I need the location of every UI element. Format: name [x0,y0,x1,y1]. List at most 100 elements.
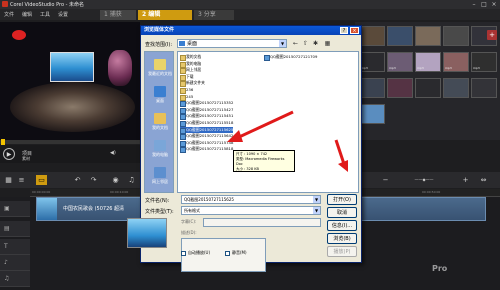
dialog-close-button[interactable]: × [350,27,359,34]
help-button[interactable]: ? [340,27,348,34]
file-row[interactable]: 新建文件夹 [180,80,205,88]
filetype-label: 文件类型(T): [145,209,174,215]
info-button[interactable]: 信息(I)... [327,220,357,231]
library-thumbnail[interactable] [415,78,441,98]
chevron-down-icon[interactable]: ▼ [313,196,320,203]
place-item[interactable]: 我的文档 [145,110,175,136]
menu-file[interactable]: 文件 [4,11,14,18]
music-track-header[interactable]: ♫ [0,271,30,287]
overlay-track-header[interactable]: ▤ [0,221,30,237]
tooltip-type: 类型: Macromedia Fireworks Doc [236,157,285,166]
step-label: 分享 [203,11,216,18]
library-thumbnail[interactable]: mp3 [471,52,497,72]
filetype-dropdown[interactable]: 所有格式 ▼ [181,206,321,215]
library-thumbnail[interactable] [471,78,497,98]
autoplay-checkbox[interactable] [181,251,186,256]
clip-thumbnail [37,198,57,220]
redo-icon[interactable]: ↷ [88,175,99,185]
file-row[interactable]: QQ截图20150727115352 [180,100,233,108]
tab-share[interactable]: 3 分享 [194,10,234,20]
view-menu-icon[interactable]: ▦ [323,39,332,48]
timeline-mode-icon[interactable]: ▭ [36,175,47,185]
tv-logo [12,30,26,40]
library-thumbnail[interactable] [443,78,469,98]
step-label: 编辑 [148,11,161,18]
arrow-to-open [334,139,348,172]
file-row[interactable]: QQ截图20150727121709 [264,54,317,61]
minimize-icon[interactable]: – [470,1,478,8]
filetype-value: 所有格式 [184,208,200,213]
place-label: 我的文档 [152,125,168,130]
library-thumbnail[interactable]: mp3 [415,52,441,72]
mixer-icon[interactable]: ♫ [126,175,137,185]
preview-window [0,22,140,140]
library-thumbnail[interactable]: mp3 [387,52,413,72]
close-icon[interactable]: × [490,1,498,8]
filename-value: QQ截图20150727115625 [184,197,234,202]
arrow-to-file [227,110,294,142]
place-item[interactable]: 我最近的文档 [145,56,175,82]
volume-icon[interactable]: ◀) [110,150,116,156]
desktop-icon [179,41,185,46]
subtitle-field[interactable] [203,218,321,227]
file-row[interactable]: 我的文档 [180,54,201,61]
zoom-slider[interactable]: ——◆—— [394,175,454,185]
place-icon [154,59,166,70]
filename-field[interactable]: QQ截图20150727115625 ▼ [181,195,321,204]
clip-mode-label[interactable]: 素材 [22,156,30,162]
zoom-in-icon[interactable]: + [460,175,471,185]
video-track-header[interactable]: ▣ [0,201,30,217]
place-item[interactable]: 网上邻居 [145,164,175,190]
place-icon [154,140,166,151]
place-label: 我的电脑 [152,152,168,157]
play-button[interactable]: ▶ [3,148,15,160]
menu-tools[interactable]: 工具 [40,11,50,18]
preview-image [50,52,94,82]
file-row[interactable]: 236 [180,87,193,94]
maximize-icon[interactable]: □ [480,1,488,8]
browse-button[interactable]: 浏览(B) [327,233,357,244]
file-row[interactable]: 245 [180,94,193,101]
library-thumbnail[interactable] [359,78,385,98]
library-thumbnail[interactable] [359,26,385,46]
timeline-view-icon[interactable]: ≡ [16,175,27,185]
chevron-down-icon[interactable]: ▼ [279,40,286,47]
library-thumbnail[interactable] [387,26,413,46]
library-thumbnail[interactable]: mp3 [443,52,469,72]
back-icon[interactable]: ← [291,39,300,48]
autoplay-label: 自动播放(U) [188,250,211,255]
tab-capture[interactable]: 1 捕获 [100,10,136,20]
library-thumbnail[interactable] [387,78,413,98]
library-thumbnail[interactable] [443,26,469,46]
record-icon[interactable]: ◉ [110,175,121,185]
file-row[interactable]: 网上邻居 [180,67,201,75]
look-in-dropdown[interactable]: 桌面 ▼ [177,39,287,48]
place-icon [154,113,166,124]
storyboard-view-icon[interactable]: ▦ [3,175,14,185]
file-row[interactable]: 下载 [180,74,194,81]
mute-checkbox[interactable] [225,251,230,256]
new-folder-icon[interactable]: ✱ [311,39,320,48]
scrub-bar[interactable] [0,139,140,145]
voice-track-header[interactable]: ♪ [0,255,30,271]
library-thumbnail[interactable]: mp3 [359,52,385,72]
up-folder-icon[interactable]: ⇧ [301,39,310,48]
menu-settings[interactable]: 设置 [58,11,68,18]
place-item[interactable]: 桌面 [145,83,175,109]
place-label: 网上邻居 [152,179,168,184]
play-preview-button[interactable]: 播放(P) [327,246,357,257]
chevron-down-icon[interactable]: ▼ [313,207,320,214]
fit-timeline-icon[interactable]: ⇔ [478,175,489,185]
open-button[interactable]: 打开(O) [327,194,357,205]
library-thumbnail[interactable] [415,26,441,46]
place-item[interactable]: 我的电脑 [145,137,175,163]
tab-edit[interactable]: 2 编辑 [138,10,192,20]
library-thumbnail[interactable] [359,104,385,124]
library-add-button[interactable]: + [487,30,497,40]
menu-edit[interactable]: 编辑 [22,11,32,18]
cancel-button[interactable]: 取消 [327,207,357,218]
file-row[interactable]: 我的电脑 [180,61,201,68]
zoom-out-icon[interactable]: − [380,175,391,185]
title-track-header[interactable]: T [0,239,30,255]
undo-icon[interactable]: ↶ [72,175,83,185]
